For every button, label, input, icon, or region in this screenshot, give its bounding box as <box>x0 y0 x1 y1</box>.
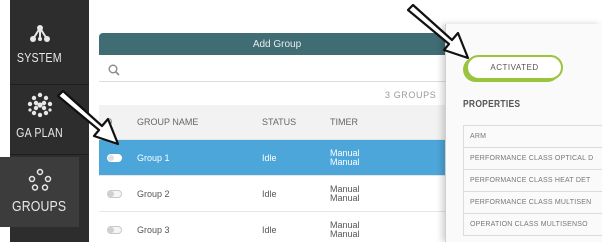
property-item[interactable]: PERFORMANCE CLASS OPTICAL D <box>463 148 602 170</box>
column-header-group-name[interactable]: GROUP NAME <box>129 117 254 127</box>
sidebar-divider <box>10 154 89 155</box>
properties-list: ARM PERFORMANCE CLASS OPTICAL D PERFORMA… <box>463 125 602 236</box>
timer-cell: Manual Manual <box>322 148 445 167</box>
property-item[interactable]: ARM <box>463 126 602 148</box>
table-header: 0 GROUP NAME STATUS TIMER <box>99 105 445 139</box>
sidebar-item-system[interactable]: SYSTEM <box>0 24 79 78</box>
add-group-button[interactable]: Add Group <box>99 33 455 55</box>
timer-cell: Manual Manual <box>322 220 445 239</box>
column-header-timer[interactable]: TIMER <box>322 117 445 127</box>
network-icon <box>29 25 50 42</box>
group-name-cell: Group 2 <box>137 188 170 199</box>
status-cell: Idle <box>262 152 277 163</box>
toggle-knob <box>108 226 114 233</box>
search-icon <box>108 64 120 76</box>
group-toggle[interactable] <box>107 153 122 162</box>
property-item[interactable]: PERFORMANCE CLASS HEAT DET <box>463 170 602 192</box>
sidebar-item-label: GA PLAN <box>16 125 63 140</box>
sidebar-item-groups[interactable]: GROUPS <box>0 157 79 227</box>
cluster-icon <box>28 168 51 191</box>
table-row[interactable]: Group 1 Idle Manual Manual <box>99 139 445 175</box>
group-toggle[interactable] <box>107 189 122 198</box>
column-header-toggle[interactable]: 0 <box>99 117 129 127</box>
groups-count: 3 GROUPS <box>385 90 437 100</box>
status-cell: Idle <box>262 224 277 235</box>
table-row[interactable]: Group 2 Idle Manual Manual <box>99 175 445 211</box>
group-toggle[interactable] <box>107 225 122 234</box>
properties-panel: ACTIVATED PROPERTIES ARM PERFORMANCE CLA… <box>445 24 602 242</box>
toggle-knob <box>108 154 114 161</box>
group-name-cell: Group 1 <box>137 152 170 163</box>
dot-grid-icon <box>27 92 52 118</box>
timer-line: Manual <box>330 192 360 203</box>
group-name-cell: Group 3 <box>137 224 170 235</box>
status-cell: Idle <box>262 188 277 199</box>
property-item[interactable]: OPERATION CLASS MULTISENSO <box>463 214 602 236</box>
properties-title: PROPERTIES <box>463 99 521 110</box>
toggle-knob <box>108 190 114 197</box>
sidebar-item-ga-plan[interactable]: GA PLAN <box>0 92 79 150</box>
property-item[interactable]: PERFORMANCE CLASS MULTISEN <box>463 192 602 214</box>
search-input[interactable] <box>99 60 455 82</box>
sidebar-item-label: SYSTEM <box>17 50 62 65</box>
sidebar-divider <box>10 84 89 85</box>
sidebar-item-label: GROUPS <box>12 198 67 215</box>
timer-line: Manual <box>330 228 360 239</box>
groups-table: 0 GROUP NAME STATUS TIMER Group 1 Idle M… <box>99 105 445 242</box>
timer-line: Manual <box>330 156 360 167</box>
timer-cell: Manual Manual <box>322 184 445 203</box>
activated-status-button[interactable]: ACTIVATED <box>466 55 563 80</box>
column-header-status[interactable]: STATUS <box>254 117 322 127</box>
table-row[interactable]: Group 3 Idle Manual Manual <box>99 211 445 242</box>
